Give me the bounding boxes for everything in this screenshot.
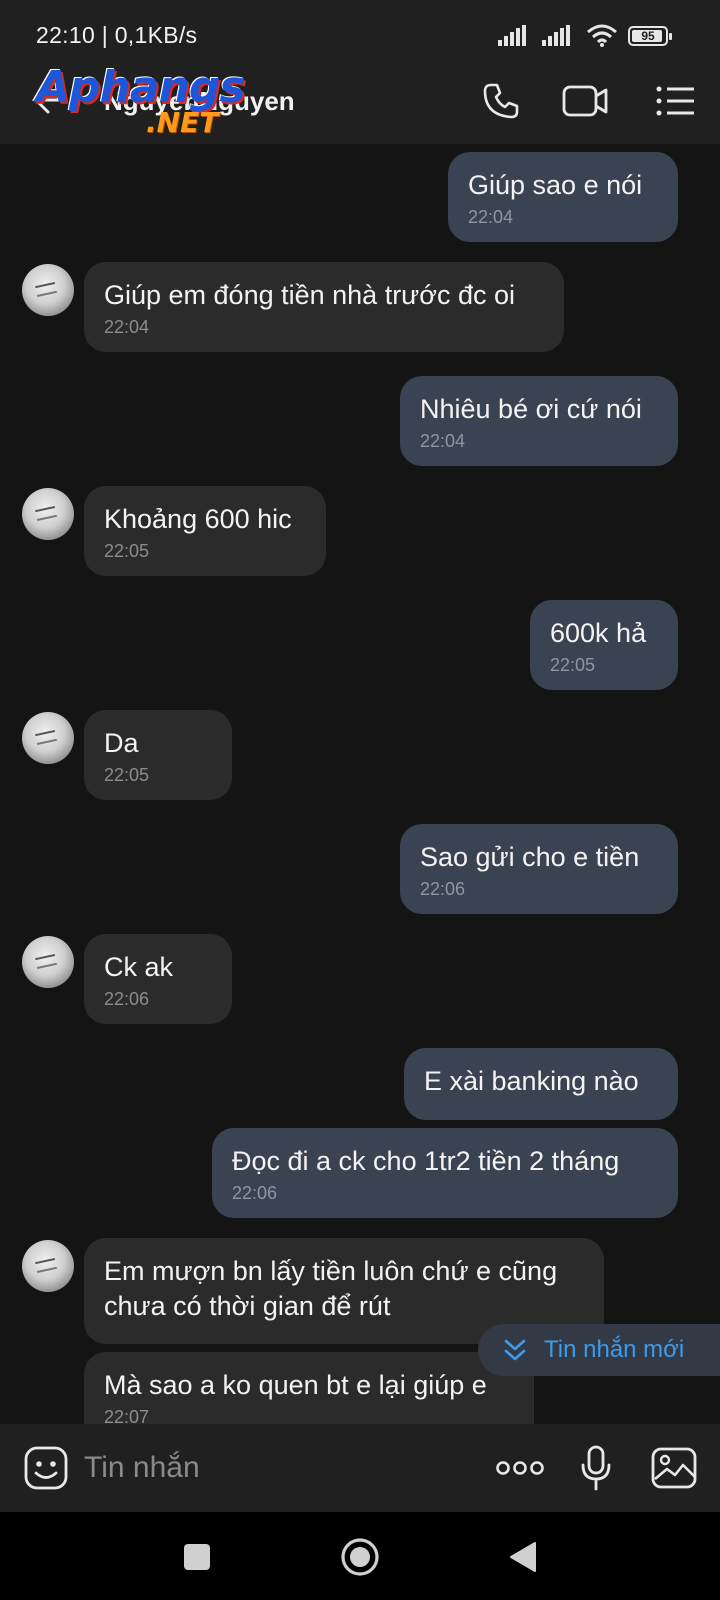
message-text: Khoảng 600 hic — [104, 504, 292, 534]
message-bubble-incoming[interactable]: Mà sao a ko quen bt e lại giúp e 22:07 — [84, 1352, 534, 1424]
signal-1-icon — [498, 25, 526, 46]
avatar[interactable] — [22, 936, 74, 988]
battery-icon: 95 — [628, 26, 672, 46]
back-arrow-icon — [34, 86, 68, 114]
more-options-button[interactable] — [492, 1440, 548, 1496]
status-time: 22:10 | 0,1KB/s — [36, 22, 198, 48]
microphone-icon — [581, 1445, 611, 1491]
message-time: 22:05 — [104, 541, 150, 561]
contact-name[interactable]: NguyenNguyen — [104, 86, 295, 117]
message-text: Mà sao a ko quen bt e lại giúp e — [104, 1370, 487, 1400]
sticker-button[interactable] — [18, 1440, 74, 1496]
message-text: E xài banking nào — [424, 1066, 639, 1096]
message-text: Ck ak — [104, 952, 174, 982]
menu-button[interactable] — [648, 74, 702, 128]
signal-2-icon — [542, 25, 570, 46]
home-icon — [341, 1538, 379, 1576]
message-time: 22:04 — [420, 431, 466, 451]
message-bubble-outgoing[interactable]: Giúp sao e nói 22:04 — [448, 152, 678, 242]
home-button[interactable] — [335, 1532, 385, 1582]
image-picker-button[interactable] — [646, 1440, 702, 1496]
message-bubble-outgoing[interactable]: Nhiêu bé ơi cứ nói 22:04 — [400, 376, 678, 466]
message-text: Em mượn bn lấy tiền luôn chứ e cũng chưa… — [104, 1256, 558, 1321]
avatar[interactable] — [22, 488, 74, 540]
message-time: 22:06 — [420, 879, 466, 899]
call-button[interactable] — [474, 74, 528, 128]
message-time: 22:05 — [550, 655, 596, 675]
message-bubble-incoming[interactable]: Khoảng 600 hic 22:05 — [84, 486, 326, 576]
status-bar: 22:10 | 0,1KB/s 95 — [0, 0, 720, 56]
voice-record-button[interactable] — [568, 1440, 624, 1496]
message-bubble-incoming[interactable]: Da 22:05 — [84, 710, 232, 800]
recent-apps-icon — [184, 1544, 210, 1570]
back-button[interactable] — [30, 80, 70, 120]
new-messages-label: Tin nhắn mới — [544, 1336, 685, 1363]
message-bubble-outgoing[interactable]: Sao gửi cho e tiền 22:06 — [400, 824, 678, 914]
video-camera-icon — [562, 85, 608, 117]
smiley-sticker-icon — [24, 1446, 68, 1490]
message-text: Giúp sao e nói — [468, 170, 643, 200]
new-messages-button[interactable]: Tin nhắn mới — [478, 1324, 720, 1376]
nav-back-icon — [510, 1542, 536, 1572]
list-menu-icon — [656, 86, 694, 116]
nav-back-button[interactable] — [498, 1532, 548, 1582]
message-time: 22:06 — [104, 989, 150, 1009]
message-bubble-outgoing[interactable]: Đọc đi a ck cho 1tr2 tiền 2 tháng 22:06 — [212, 1128, 678, 1218]
avatar[interactable] — [22, 264, 74, 316]
system-navigation-bar — [0, 1512, 720, 1600]
message-bubble-incoming[interactable]: Giúp em đóng tiền nhà trước đc oi 22:04 — [84, 262, 564, 352]
message-text: Đọc đi a ck cho 1tr2 tiền 2 tháng — [232, 1146, 620, 1176]
message-time: 22:06 — [232, 1183, 278, 1203]
video-call-button[interactable] — [558, 74, 612, 128]
message-text: Da — [104, 728, 139, 758]
message-text: Nhiêu bé ơi cứ nói — [420, 394, 642, 424]
message-text: Giúp em đóng tiền nhà trước đc oi — [104, 280, 515, 310]
chat-header: NguyenNguyen Aphangs .NET — [0, 56, 720, 144]
avatar[interactable] — [22, 712, 74, 764]
message-time: 22:04 — [468, 207, 514, 227]
message-bubble-incoming[interactable]: Ck ak 22:06 — [84, 934, 232, 1024]
message-time: 22:04 — [104, 317, 150, 337]
phone-icon — [483, 83, 519, 119]
recent-apps-button[interactable] — [172, 1532, 222, 1582]
avatar[interactable] — [22, 1240, 74, 1292]
message-text: 600k hả — [550, 618, 647, 648]
image-gallery-icon — [651, 1447, 697, 1489]
message-list[interactable]: Giúp sao e nói 22:04 Giúp em đóng tiền n… — [0, 144, 720, 1424]
more-dots-icon — [496, 1461, 544, 1475]
message-bubble-outgoing[interactable]: E xài banking nào — [404, 1048, 678, 1120]
battery-percent: 95 — [641, 29, 655, 43]
message-time: 22:05 — [104, 765, 150, 785]
message-composer — [0, 1424, 720, 1512]
wifi-icon — [587, 24, 617, 47]
message-input[interactable] — [84, 1448, 464, 1488]
double-chevron-down-icon — [504, 1339, 526, 1361]
status-icons: 95 — [498, 22, 672, 50]
message-time: 22:07 — [104, 1407, 150, 1424]
message-bubble-outgoing[interactable]: 600k hả 22:05 — [530, 600, 678, 690]
message-text: Sao gửi cho e tiền — [420, 842, 640, 872]
